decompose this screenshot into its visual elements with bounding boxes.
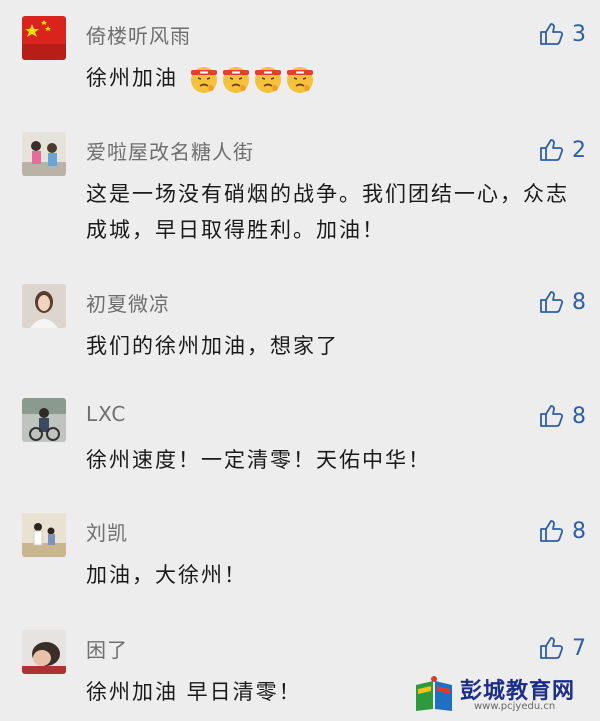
avatar[interactable] [22, 398, 66, 442]
like-button[interactable]: 7 [538, 630, 586, 666]
avatar[interactable] [22, 284, 66, 328]
commenter-name[interactable]: 刘凯 [86, 517, 128, 546]
like-button[interactable]: 8 [538, 284, 586, 320]
watermark: 彭城教育网 www.pcjyedu.cn [412, 669, 594, 717]
comment-text-row: 徐州加油 [86, 60, 576, 96]
commenter-name[interactable]: 困了 [86, 634, 128, 663]
like-button[interactable]: 8 [538, 398, 586, 434]
avatar[interactable] [22, 132, 66, 176]
like-count: 8 [572, 518, 586, 544]
emoji-row [187, 66, 315, 93]
comment-item: LXC 8 徐州速度！一定清零！天佑中华！ [0, 398, 600, 488]
avatar[interactable] [22, 630, 66, 674]
comment-text: 加油，大徐州！ [86, 563, 247, 587]
like-button[interactable]: 3 [538, 16, 586, 52]
comment-item: 倚楼听风雨 3 徐州加油 [0, 16, 600, 116]
face-with-headband-icon [254, 67, 281, 93]
avatar[interactable] [22, 513, 66, 557]
like-count: 3 [572, 21, 586, 47]
commenter-name[interactable]: 爱啦屋改名糖人街 [86, 136, 254, 165]
comment-text: 徐州加油 [86, 66, 178, 90]
face-with-headband-icon [222, 67, 249, 93]
like-count: 8 [572, 289, 586, 315]
like-button[interactable]: 8 [538, 513, 586, 549]
thumbs-up-icon [540, 291, 564, 313]
avatar[interactable] [22, 16, 66, 60]
face-with-headband-icon [286, 67, 313, 93]
thumbs-up-icon [540, 405, 564, 427]
like-count: 2 [572, 137, 586, 163]
commenter-name[interactable]: LXC [86, 402, 126, 426]
comment-item: 刘凯 8 加油，大徐州！ [0, 513, 600, 603]
thumbs-up-icon [540, 23, 564, 45]
face-with-headband-icon [190, 67, 217, 93]
comment-item: 初夏微凉 8 我们的徐州加油，想家了 [0, 284, 600, 374]
commenter-name[interactable]: 初夏微凉 [86, 288, 170, 317]
thumbs-up-icon [540, 139, 564, 161]
like-count: 8 [572, 403, 586, 429]
thumbs-up-icon [540, 520, 564, 542]
comment-text: 我们的徐州加油，想家了 [86, 334, 339, 358]
like-count: 7 [572, 635, 586, 661]
like-button[interactable]: 2 [538, 132, 586, 168]
comment-text: 徐州速度！一定清零！天佑中华！ [86, 448, 431, 472]
book-logo-icon [416, 676, 452, 711]
brand-url: www.pcjyedu.cn [474, 701, 556, 712]
thumbs-up-icon [540, 637, 564, 659]
comment-item: 爱啦屋改名糖人街 2 这是一场没有硝烟的战争。我们团结一心，众志成城，早日取得胜… [0, 132, 600, 262]
comment-text: 这是一场没有硝烟的战争。我们团结一心，众志成城，早日取得胜利。加油！ [86, 182, 569, 242]
commenter-name[interactable]: 倚楼听风雨 [86, 20, 191, 49]
